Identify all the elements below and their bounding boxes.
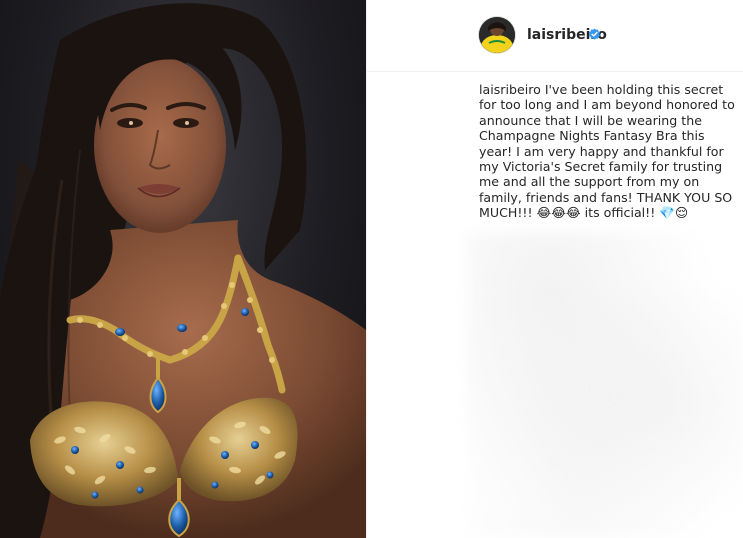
post-caption: laisribeiro I've been holding this secre… [479,82,737,221]
post-header: laisribeiro [367,0,743,72]
post-sidebar: laisribeiro laisribeiro I've been holdin… [366,0,743,538]
caption-text: I've been holding this secret for too lo… [479,82,735,221]
verified-badge-icon [588,28,601,40]
caption-username-link[interactable]: laisribeiro [479,82,541,97]
avatar[interactable] [479,17,515,53]
post-photo[interactable] [0,0,366,538]
photo-image [0,3,366,538]
avatar-image [479,17,515,53]
blurred-comments [467,232,743,538]
instagram-post: laisribeiro laisribeiro I've been holdin… [0,0,743,538]
